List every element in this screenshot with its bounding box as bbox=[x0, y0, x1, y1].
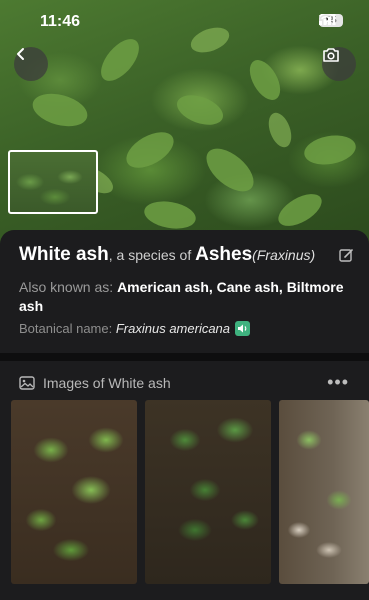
speaker-icon bbox=[238, 324, 247, 333]
wifi-icon bbox=[319, 14, 334, 24]
images-section-title: Images of White ash bbox=[43, 375, 171, 391]
gallery-image[interactable] bbox=[145, 400, 271, 584]
status-icons: 85 bbox=[319, 14, 343, 27]
edit-button[interactable] bbox=[339, 248, 354, 268]
status-bar: 11:46 85 bbox=[0, 10, 369, 34]
species-prefix: , a species of bbox=[108, 247, 192, 263]
hero-photo: 11:46 85 bbox=[0, 0, 369, 245]
edit-icon bbox=[339, 249, 353, 262]
camera-icon bbox=[323, 48, 339, 62]
image-icon bbox=[19, 376, 35, 390]
genus-latin: (Fraxinus) bbox=[252, 247, 316, 263]
plant-title: White ash, a species of Ashes(Fraxinus) bbox=[19, 244, 315, 266]
back-button[interactable] bbox=[14, 47, 48, 81]
gallery-image[interactable] bbox=[279, 400, 369, 584]
also-known-as: Also known as: American ash, Cane ash, B… bbox=[19, 278, 349, 316]
status-time: 11:46 bbox=[40, 13, 81, 30]
plant-info-card: White ash, a species of Ashes(Fraxinus) … bbox=[0, 230, 369, 353]
botanical-label: Botanical name: bbox=[19, 321, 113, 336]
camera-button[interactable] bbox=[322, 47, 356, 81]
section-divider bbox=[0, 353, 369, 361]
photo-thumbnail[interactable] bbox=[8, 150, 98, 214]
common-name: White ash bbox=[19, 244, 109, 265]
aka-label: Also known as: bbox=[19, 279, 114, 295]
image-gallery bbox=[11, 400, 369, 584]
genus-common: Ashes bbox=[195, 244, 253, 265]
gallery-image[interactable] bbox=[11, 400, 137, 584]
chevron-left-icon bbox=[17, 48, 24, 60]
pronounce-button[interactable] bbox=[235, 321, 251, 336]
botanical-name: Fraxinus americana bbox=[115, 321, 231, 336]
images-section-header: Images of White ash bbox=[19, 375, 171, 391]
more-icon[interactable]: ••• bbox=[327, 372, 349, 393]
botanical-name-row: Botanical name: Fraxinus americana bbox=[19, 321, 251, 336]
